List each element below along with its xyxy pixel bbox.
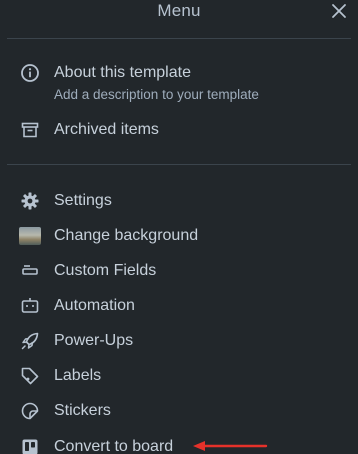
board-icon [19, 436, 41, 454]
menu-title: Menu [157, 1, 201, 20]
tag-icon [19, 365, 41, 387]
menu-item-change-background[interactable]: Change background [0, 221, 358, 251]
menu-item-custom-fields[interactable]: Custom Fields [0, 256, 358, 286]
menu-item-stickers[interactable]: Stickers [0, 396, 358, 426]
gear-icon [19, 190, 41, 212]
info-icon [19, 62, 41, 84]
change-background-label: Change background [54, 227, 199, 244]
custom-fields-label: Custom Fields [54, 262, 157, 279]
archived-items-item[interactable]: Archived items [0, 115, 358, 145]
archived-items-label: Archived items [54, 121, 159, 138]
menu-item-labels[interactable]: Labels [0, 361, 358, 391]
menu-header: Menu [0, 0, 358, 28]
power-ups-label: Power-Ups [54, 332, 134, 349]
about-template-label: About this template [54, 64, 191, 81]
menu-item-convert-to-board[interactable]: Convert to board [0, 432, 358, 454]
custom-fields-icon [19, 260, 41, 282]
stickers-label: Stickers [54, 402, 111, 419]
sticker-icon [19, 400, 41, 422]
menu-item-settings[interactable]: Settings [0, 186, 358, 216]
rocket-icon [19, 330, 41, 352]
labels-label: Labels [54, 367, 102, 384]
about-template-description: Add a description to your template [54, 87, 259, 102]
about-template-item[interactable]: About this template [0, 58, 358, 88]
settings-label: Settings [54, 192, 112, 209]
annotation-arrow-icon [193, 441, 268, 451]
automation-icon [19, 295, 41, 317]
header-divider [7, 38, 351, 39]
menu-item-power-ups[interactable]: Power-Ups [0, 326, 358, 356]
close-icon[interactable] [330, 2, 348, 20]
section-divider [7, 164, 351, 165]
archive-icon [19, 119, 41, 141]
automation-label: Automation [54, 297, 135, 314]
menu-item-automation[interactable]: Automation [0, 291, 358, 321]
convert-to-board-label: Convert to board [54, 438, 174, 454]
background-thumbnail-icon [19, 225, 41, 247]
